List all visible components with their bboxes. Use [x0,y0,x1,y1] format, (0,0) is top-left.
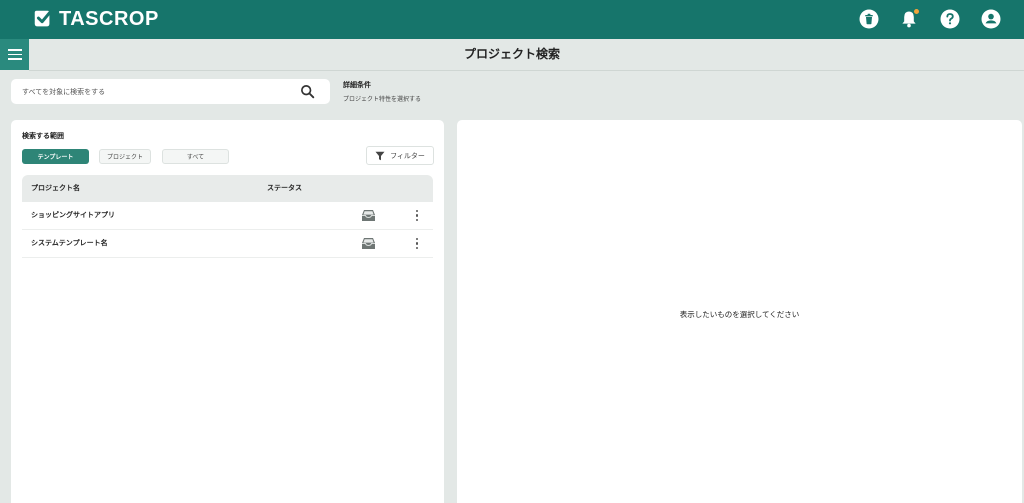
project-name: システムテンプレート名 [31,239,108,247]
filter-button[interactable]: フィルター [366,146,434,165]
inbox-icon [362,238,375,249]
logo-check-icon [34,9,53,27]
trash-icon[interactable] [859,9,879,29]
scope-chip-project[interactable]: プロジェクト [99,149,151,164]
help-icon[interactable] [940,9,960,29]
tascrop-logo[interactable]: TASCROP [32,7,159,31]
more-options-icon[interactable] [414,210,420,221]
hamburger-line [7,49,22,51]
page-title: プロジェクト検索 [463,47,560,61]
hamburger-line [7,58,22,60]
search-input[interactable] [22,83,292,100]
more-options-icon[interactable] [414,238,420,249]
search-box [11,79,330,104]
filter-label: フィルター [390,151,425,160]
column-project-name[interactable]: プロジェクト名 [31,175,80,202]
table-row[interactable]: システムテンプレート名 [22,230,433,258]
logo-text: TASCROP [59,7,159,30]
hamburger-menu-button[interactable] [0,39,29,70]
detail-panel: 表示したいものを選択してください [457,120,1022,503]
inbox-icon [362,210,375,221]
search-icon[interactable] [300,84,315,99]
table-row[interactable]: ショッピングサイトアプリ [22,202,433,230]
notification-dot [913,8,920,15]
scope-label: 検索する範囲 [22,132,64,140]
empty-state-message: 表示したいものを選択してください [679,310,800,319]
column-status[interactable]: ステータス [267,175,302,202]
table-header: プロジェクト名 ステータス [22,175,433,202]
title-divider [29,70,1024,71]
hamburger-line [7,53,22,56]
filter-icon [375,151,385,160]
scope-chip-all[interactable]: すべて [162,149,229,164]
scope-chip-template[interactable]: テンプレート [22,149,89,164]
advanced-conditions-link[interactable]: プロジェクト特性を選択する [343,94,421,103]
search-results-panel: 検索する範囲 テンプレート プロジェクト すべて フィルター プロジェクト名 ス… [11,120,444,503]
bell-icon[interactable] [899,8,920,29]
top-bar: TASCROP [0,0,1024,39]
advanced-conditions-title[interactable]: 詳細条件 [343,80,371,90]
user-icon[interactable] [981,9,1001,29]
project-name: ショッピングサイトアプリ [31,211,115,219]
